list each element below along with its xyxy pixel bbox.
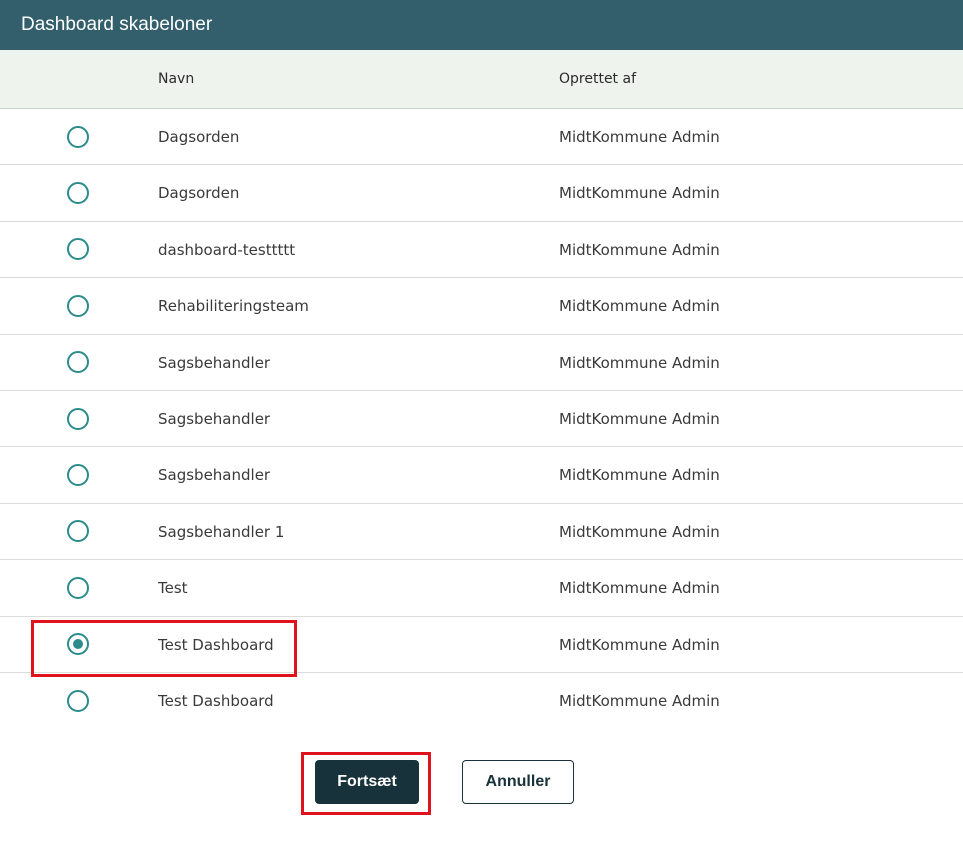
row-name: Test bbox=[158, 579, 188, 598]
row-radio-button[interactable] bbox=[67, 407, 89, 430]
row-radio-button[interactable] bbox=[67, 125, 89, 148]
row-created-by: MidtKommune Admin bbox=[559, 353, 720, 372]
column-header-name: Navn bbox=[158, 71, 195, 87]
row-radio-button[interactable] bbox=[67, 464, 89, 487]
table-row[interactable]: Sagsbehandler MidtKommune Admin bbox=[0, 447, 963, 504]
row-created-by: MidtKommune Admin bbox=[559, 128, 720, 146]
table-row[interactable]: Test Dashboard MidtKommune Admin bbox=[0, 673, 963, 729]
row-created-by: MidtKommune Admin bbox=[559, 635, 720, 654]
row-name: Test Dashboard bbox=[158, 691, 274, 710]
row-radio-button[interactable] bbox=[67, 182, 89, 205]
row-name: dashboard-testtttt bbox=[158, 240, 296, 259]
table-row[interactable]: Sagsbehandler 1 MidtKommune Admin bbox=[0, 504, 963, 561]
row-name: Dagsorden bbox=[158, 128, 240, 146]
row-created-by: MidtKommune Admin bbox=[559, 691, 720, 710]
column-header-created-by: Oprettet af bbox=[559, 71, 637, 87]
row-radio-button[interactable] bbox=[67, 294, 89, 317]
row-created-by: MidtKommune Admin bbox=[559, 522, 720, 541]
row-name: Rehabiliteringsteam bbox=[158, 297, 309, 316]
table-row[interactable]: Dagsorden MidtKommune Admin bbox=[0, 109, 963, 166]
continue-button[interactable]: Fortsæt bbox=[315, 760, 419, 804]
row-radio-button[interactable] bbox=[67, 351, 89, 374]
row-created-by: MidtKommune Admin bbox=[559, 579, 720, 598]
row-radio-button[interactable] bbox=[67, 520, 89, 543]
row-created-by: MidtKommune Admin bbox=[559, 297, 720, 316]
row-name: Sagsbehandler bbox=[158, 353, 271, 372]
table-row[interactable]: Test MidtKommune Admin bbox=[0, 560, 963, 617]
row-created-by: MidtKommune Admin bbox=[559, 184, 720, 203]
table-header: Navn Oprettet af bbox=[0, 50, 963, 109]
row-radio-button[interactable] bbox=[67, 238, 89, 261]
row-created-by: MidtKommune Admin bbox=[559, 409, 720, 428]
table-row[interactable]: Rehabiliteringsteam MidtKommune Admin bbox=[0, 278, 963, 335]
row-name: Sagsbehandler bbox=[158, 466, 271, 485]
row-radio-button[interactable] bbox=[67, 633, 89, 656]
row-created-by: MidtKommune Admin bbox=[559, 466, 720, 485]
row-name: Sagsbehandler bbox=[158, 409, 271, 428]
dialog-title: Dashboard skabeloner bbox=[0, 0, 963, 50]
table-row[interactable]: Dagsorden MidtKommune Admin bbox=[0, 165, 963, 222]
template-list: Dagsorden MidtKommune Admin Dagsorden MidtK… bbox=[0, 109, 963, 729]
table-row[interactable]: dashboard-testtttt MidtKommune Admin bbox=[0, 222, 963, 279]
cancel-button[interactable]: Annuller bbox=[462, 760, 574, 804]
table-row[interactable]: Test Dashboard MidtKommune Admin bbox=[0, 617, 963, 673]
table-row[interactable]: Sagsbehandler MidtKommune Admin bbox=[0, 335, 963, 391]
row-radio-button[interactable] bbox=[67, 576, 89, 599]
table-row[interactable]: Sagsbehandler MidtKommune Admin bbox=[0, 391, 963, 448]
row-name: Test Dashboard bbox=[158, 635, 274, 654]
row-radio-button[interactable] bbox=[67, 690, 89, 713]
row-name: Sagsbehandler 1 bbox=[158, 522, 285, 541]
row-created-by: MidtKommune Admin bbox=[559, 240, 720, 259]
row-name: Dagsorden bbox=[158, 184, 240, 203]
